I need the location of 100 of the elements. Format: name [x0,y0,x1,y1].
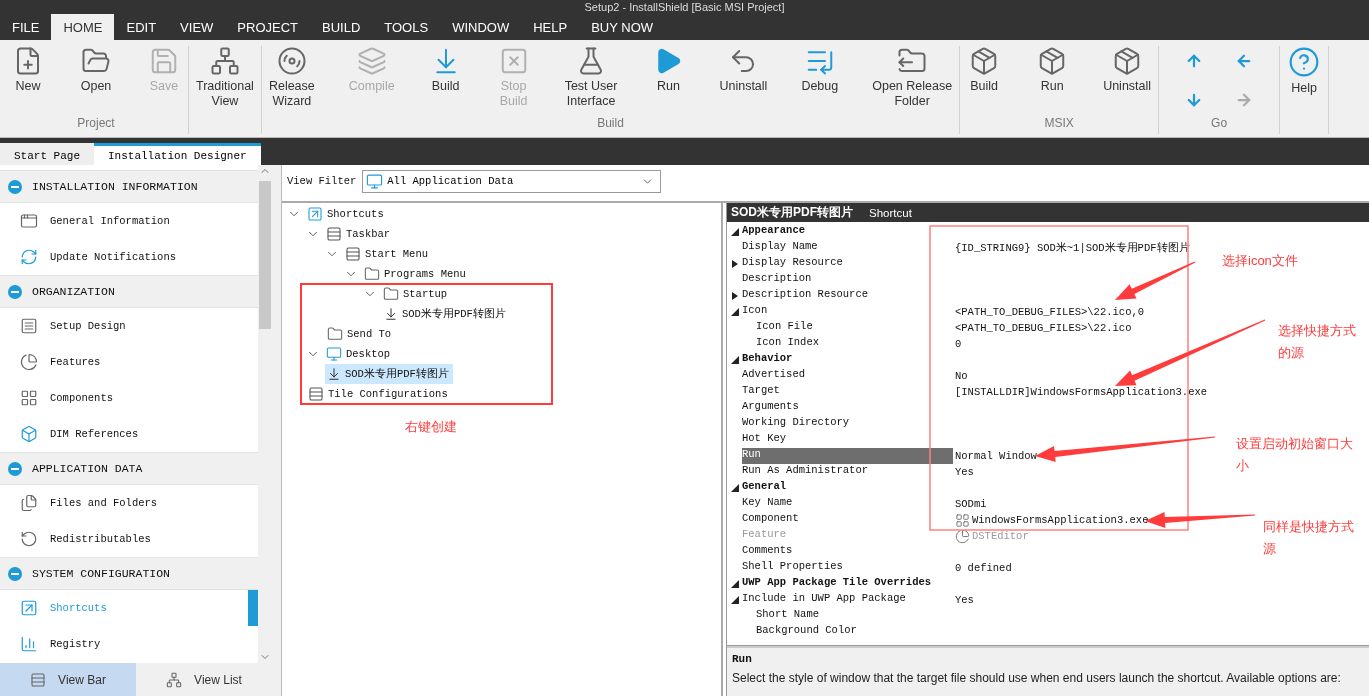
section-header[interactable]: SYSTEM CONFIGURATION [0,557,258,590]
menu-tab[interactable]: HOME [51,14,115,40]
property-name[interactable]: Display Name [742,240,953,256]
menu-tab[interactable]: EDIT [114,14,169,40]
minus-circle-icon[interactable] [8,461,22,476]
ribbon-button[interactable]: Debug [798,46,842,94]
property-name[interactable]: Target [742,384,953,400]
property-name[interactable]: Display Resource [742,256,953,272]
property-name[interactable]: Comments [742,544,953,560]
property-name[interactable]: Run [742,448,953,464]
triangle-icon[interactable] [730,356,739,364]
property-value[interactable]: {ID_STRING9} SOD米~1|SOD米专用PDF转图片 [953,241,1190,255]
ribbon-button[interactable]: Open Release Folder [869,46,956,109]
section-header[interactable]: ORGANIZATION [0,275,258,308]
triangle-icon[interactable] [730,228,739,236]
cube-icon [20,425,38,443]
tree-item[interactable]: Startup [381,284,452,304]
ribbon-button[interactable]: Open [76,46,116,94]
property-value[interactable]: Normal Window [953,450,1037,462]
ribbon-button[interactable]: Run [1032,46,1073,94]
minus-circle-icon[interactable] [8,566,22,581]
property-value[interactable]: SODmi [953,498,987,510]
ribbon-button[interactable]: Uninstall [716,46,771,94]
ribbon-button[interactable]: Build [425,46,466,94]
property-value[interactable]: 0 defined [953,562,1012,574]
ribbon-button[interactable]: New [8,46,48,94]
menu-tab[interactable]: BUILD [310,14,373,40]
monitor-icon [366,172,384,190]
menu-tab[interactable]: BUY NOW [579,14,666,40]
property-name[interactable]: Description Resource [742,288,953,304]
minus-circle-icon[interactable] [8,179,22,194]
folder-icon [383,286,399,302]
property-name[interactable]: Short Name [742,608,953,624]
menu-tab[interactable]: PROJECT [225,14,310,40]
minus-circle-icon[interactable] [8,284,22,299]
property-name[interactable]: Advertised [742,368,953,384]
ribbon-button[interactable]: Help [1284,46,1325,96]
view-filter-dropdown[interactable]: All Application Data [362,169,662,193]
menu-tab[interactable]: FILE [0,14,52,40]
tree-item[interactable]: Taskbar [324,224,395,244]
triangle-icon[interactable] [730,484,739,492]
property-name[interactable]: Key Name [742,496,953,512]
property-name[interactable]: Working Directory [742,416,953,432]
ribbon-button[interactable]: Build [964,46,1005,94]
category-name: General [742,480,787,494]
property-name[interactable]: Run As Administrator [742,464,953,480]
menu-tab[interactable]: TOOLS [372,14,441,40]
property-value[interactable]: <PATH_TO_DEBUG_FILES>\22.ico,0 [953,306,1145,318]
document-tab[interactable]: Installation Designer [94,143,261,165]
property-name[interactable]: Icon File [742,320,953,336]
triangle-icon[interactable] [730,260,739,268]
section-header[interactable]: APPLICATION DATA [0,452,258,485]
tree-item[interactable]: SOD米专用PDF转图片 [325,364,453,384]
help-text: Select the style of window that the target file should use when end users launch the shortcut. Available options are: [732,671,1342,685]
view-tab[interactable]: View Bar [0,663,136,696]
property-name[interactable]: Icon [742,304,953,320]
document-tab[interactable]: Start Page [0,143,94,165]
ribbon-button[interactable]: Run [648,46,689,94]
ribbon-button[interactable]: Test User Interface [561,46,621,109]
menu-tab[interactable]: HELP [521,14,580,40]
ribbon-button[interactable]: Release Wizard [265,46,318,109]
property-value[interactable]: 0 [953,338,962,350]
menu-tab[interactable]: WINDOW [440,14,522,40]
property-name[interactable]: Shell Properties [742,560,953,576]
tree-item[interactable]: SOD米专用PDF转图片 [382,304,510,324]
scrollbar-thumb[interactable] [259,181,271,329]
property-value[interactable]: WindowsFormsApplication3.exe [953,512,1149,528]
property-value[interactable]: Yes [953,594,974,606]
property-value[interactable]: [INSTALLDIR]WindowsFormsApplication3.exe [953,386,1208,398]
list-icon [30,671,47,688]
disc-icon [276,46,307,76]
tree-item[interactable]: Shortcuts [305,204,388,224]
down-arrow-icon [327,367,341,381]
tree-item[interactable]: Send To [325,324,396,344]
list-icon [326,226,342,242]
ribbon-button[interactable]: Traditional View [193,46,257,109]
tree-item[interactable]: Desktop [324,344,395,364]
property-name[interactable]: Component [742,512,953,528]
refresh-icon [20,248,38,266]
property-name[interactable]: Background Color [742,624,953,640]
property-name[interactable]: Description [742,272,953,288]
section-header[interactable]: INSTALLATION INFORMATION [0,170,258,203]
down-arrow-icon [384,307,398,321]
tree-item[interactable]: Start Menu [343,244,432,264]
property-value[interactable]: No [953,370,968,382]
property-name[interactable]: Icon Index [742,336,953,352]
menu-tab[interactable]: VIEW [168,14,226,40]
property-name[interactable]: Arguments [742,400,953,416]
tree-item[interactable]: Tile Configurations [306,384,452,404]
view-tab[interactable]: View List [136,663,272,696]
pie-chart-icon [955,528,970,544]
property-name[interactable]: Include in UWP App Package [742,592,953,608]
property-name[interactable]: Hot Key [742,432,953,448]
ribbon-button[interactable]: Uninstall [1100,46,1155,94]
tree-item[interactable]: Programs Menu [362,264,470,284]
category-name: Appearance [742,224,805,238]
property-value[interactable]: Yes [953,466,974,478]
annotation-note: 右键创建 [405,418,458,436]
property-value[interactable]: <PATH_TO_DEBUG_FILES>\22.ico [953,322,1132,334]
category-name: UWP App Package Tile Overrides [742,576,932,590]
